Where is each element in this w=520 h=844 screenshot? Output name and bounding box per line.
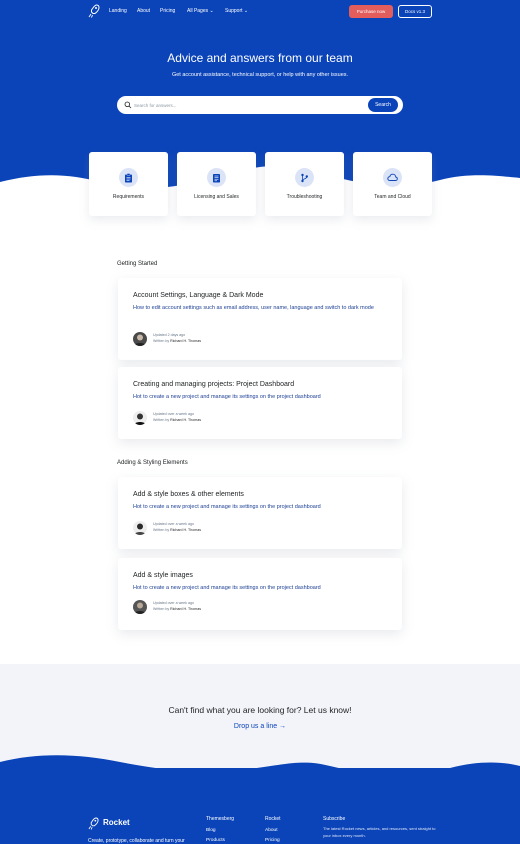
search-button[interactable]: Search <box>368 98 398 112</box>
purchase-button[interactable]: Purchase now <box>349 5 393 18</box>
category-label: Team and Cloud <box>374 194 411 200</box>
written-by-prefix: Written by <box>153 339 170 343</box>
nav-pricing[interactable]: Pricing <box>160 8 175 14</box>
article-card[interactable]: Add & style images Hot to create a new p… <box>118 558 402 630</box>
rocket-logo-icon[interactable] <box>88 4 100 18</box>
article-description: Hot to create a new project and manage i… <box>133 585 321 591</box>
footer-tagline: Create, prototype, collaborate and turn … <box>88 838 185 844</box>
footer-brand: Rocket <box>103 818 130 827</box>
footer-wave <box>0 755 520 800</box>
category-label: Licensing and Sales <box>194 194 239 200</box>
nav-support[interactable]: Support ⌄ <box>225 8 248 14</box>
written-by: Written by Richard H. Thomas <box>153 339 201 343</box>
written-by: Written by Richard H. Thomas <box>153 418 201 422</box>
written-by-prefix: Written by <box>153 418 170 422</box>
author-name[interactable]: Richard H. Thomas <box>170 528 201 532</box>
category-label: Troubleshooting <box>286 194 323 200</box>
footer-link-about[interactable]: About <box>265 828 278 833</box>
written-by-prefix: Written by <box>153 528 170 532</box>
written-by: Written by Richard H. Thomas <box>153 528 201 532</box>
author-name[interactable]: Richard H. Thomas <box>170 607 201 611</box>
page-title: Advice and answers from our team <box>167 51 353 65</box>
search-input[interactable] <box>134 98 374 112</box>
footer-link-products[interactable]: Products <box>206 838 225 843</box>
author-name[interactable]: Richard H. Thomas <box>170 339 201 343</box>
avatar <box>133 521 147 535</box>
category-card-team-cloud[interactable]: Team and Cloud <box>353 152 432 216</box>
footer-col-title: Themesberg <box>206 816 235 822</box>
navbar: Landing About Pricing All Pages ⌄ Suppor… <box>0 0 520 24</box>
footer-col-title: Subscribe <box>323 816 346 822</box>
category-card-troubleshooting[interactable]: Troubleshooting <box>265 152 344 216</box>
nav-about[interactable]: About <box>137 8 150 14</box>
footer-link-blog[interactable]: Blog <box>206 828 216 833</box>
category-label: Requirements <box>112 194 145 200</box>
search-icon <box>124 101 132 109</box>
article-description: How to edit account settings such as ema… <box>133 305 374 311</box>
footer-col-title: Rocket <box>265 816 281 822</box>
category-card-licensing[interactable]: Licensing and Sales <box>177 152 256 216</box>
chevron-down-icon: ⌄ <box>209 8 214 14</box>
section-heading-getting-started: Getting Started <box>117 261 158 267</box>
cta-title: Can't find what you are looking for? Let… <box>168 705 352 715</box>
written-by-prefix: Written by <box>153 607 170 611</box>
chevron-down-icon: ⌄ <box>243 8 249 14</box>
updated-time: Updated 2 days ago <box>153 333 186 337</box>
footer-link-pricing[interactable]: Pricing <box>265 838 280 843</box>
rocket-logo-icon[interactable] <box>88 817 99 830</box>
updated-time: Updated over a week ago <box>153 601 194 605</box>
article-card[interactable]: Account Settings, Language & Dark Mode H… <box>118 278 402 360</box>
hero-wave <box>0 165 520 260</box>
article-description: Hot to create a new project and manage i… <box>133 394 321 400</box>
document-list-icon <box>207 168 226 187</box>
article-card[interactable]: Add & style boxes & other elements Hot t… <box>118 477 402 549</box>
nav-all-pages[interactable]: All Pages ⌄ <box>187 8 214 14</box>
article-description: Hot to create a new project and manage i… <box>133 504 321 510</box>
category-card-requirements[interactable]: Requirements <box>89 152 168 216</box>
article-title[interactable]: Creating and managing projects: Project … <box>133 381 294 388</box>
article-title[interactable]: Add & style boxes & other elements <box>133 491 244 498</box>
drop-us-a-line-link[interactable]: Drop us a line → <box>0 723 520 730</box>
updated-time: Updated over a week ago <box>153 412 194 416</box>
written-by: Written by Richard H. Thomas <box>153 607 201 611</box>
nav-landing[interactable]: Landing <box>109 8 127 14</box>
article-title[interactable]: Add & style images <box>133 572 193 579</box>
nav-support-label: Support <box>225 8 243 14</box>
branch-icon <box>295 168 314 187</box>
clipboard-icon <box>119 168 138 187</box>
author-name[interactable]: Richard H. Thomas <box>170 418 201 422</box>
avatar <box>133 600 147 614</box>
subscribe-text: The latest Rocket news, articles, and re… <box>323 826 436 838</box>
nav-all-pages-label: All Pages <box>187 8 209 14</box>
docs-button[interactable]: Docs v1.3 <box>398 5 432 18</box>
search-bar <box>117 96 403 114</box>
updated-time: Updated over a week ago <box>153 522 194 526</box>
avatar <box>133 411 147 425</box>
avatar <box>133 332 147 346</box>
section-heading-adding-styling: Adding & Styling Elements <box>117 460 188 466</box>
article-title[interactable]: Account Settings, Language & Dark Mode <box>133 292 263 299</box>
cloud-icon <box>383 168 402 187</box>
article-card[interactable]: Creating and managing projects: Project … <box>118 367 402 439</box>
page-subtitle: Get account assistance, technical suppor… <box>171 72 349 78</box>
